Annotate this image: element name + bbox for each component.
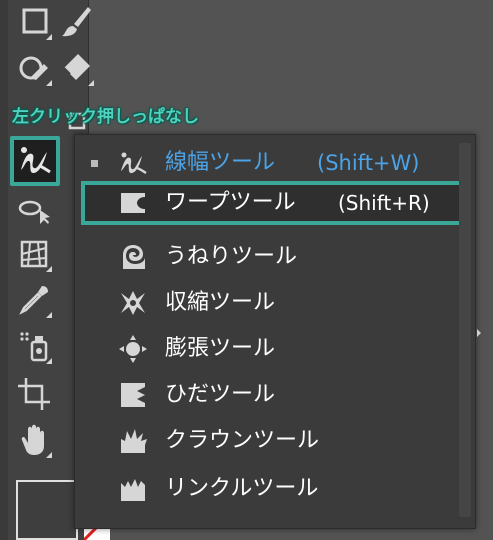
fill-color-swatch[interactable] [16,480,78,540]
rectangle-tool[interactable] [14,2,54,42]
menu-item-twirl-tool[interactable]: うねりツール [75,235,455,279]
twirl-icon [117,241,149,273]
free-transform-tool[interactable] [14,190,54,230]
width-tool[interactable] [10,136,60,186]
menu-item-width-tool[interactable]: 線幅ツール (Shift+W) [75,141,455,185]
menu-item-wrinkle-tool[interactable]: リンクルツール [75,467,455,511]
artboard-tool[interactable] [14,374,54,414]
symbol-sprayer-tool[interactable] [14,326,54,366]
eyedropper-tool[interactable] [14,280,54,320]
menu-item-label: 膨張ツール [165,336,276,361]
menu-item-label: 線幅ツール [165,150,276,175]
artboard-icon [18,378,50,410]
menu-item-label: ひだツール [165,382,276,407]
menu-item-bloat-tool[interactable]: 膨張ツール [75,327,455,371]
pucker-icon [117,287,149,319]
bloat-icon [117,333,149,365]
annotation-label: 左クリック押しっぱなし [12,107,199,127]
free-transform-icon [18,200,50,224]
wrinkle-icon [117,473,149,505]
width-tool-icon [21,147,51,174]
menu-item-shortcut: (Shift+W) [317,151,420,175]
panel-edge [0,0,8,540]
hand-tool[interactable] [14,420,54,460]
menu-item-scallop-tool[interactable]: ひだツール [75,373,455,417]
menu-item-pucker-tool[interactable]: 収縮ツール [75,281,455,325]
expand-arrow-icon[interactable] [477,329,481,337]
paintbrush-icon [62,7,91,37]
menu-item-crystallize-tool[interactable]: クラウンツール [75,419,455,463]
menu-item-label: 収縮ツール [165,290,276,315]
shaper-tool[interactable] [14,48,54,88]
flyout-scrollbar[interactable] [459,143,481,517]
scallop-icon [117,379,149,411]
current-tool-bullet [91,160,98,167]
menu-item-warp-tool[interactable]: ワープツール (Shift+R) [81,181,471,225]
width-tool-flyout-menu: 線幅ツール (Shift+W) ワープツール (Shift+R) うねりツール … [74,134,481,529]
crystallize-icon [117,425,149,457]
paintbrush-tool[interactable] [56,2,96,42]
warp-icon [117,187,149,219]
menu-item-label: リンクルツール [165,476,319,501]
width-tool-icon [117,147,149,179]
menu-item-label: ワープツール [165,190,296,215]
menu-item-label: うねりツール [165,244,298,269]
menu-item-shortcut: (Shift+R) [338,191,430,215]
eraser-tool[interactable] [56,48,96,88]
perspective-grid-tool[interactable] [14,234,54,274]
menu-item-label: クラウンツール [165,428,320,453]
